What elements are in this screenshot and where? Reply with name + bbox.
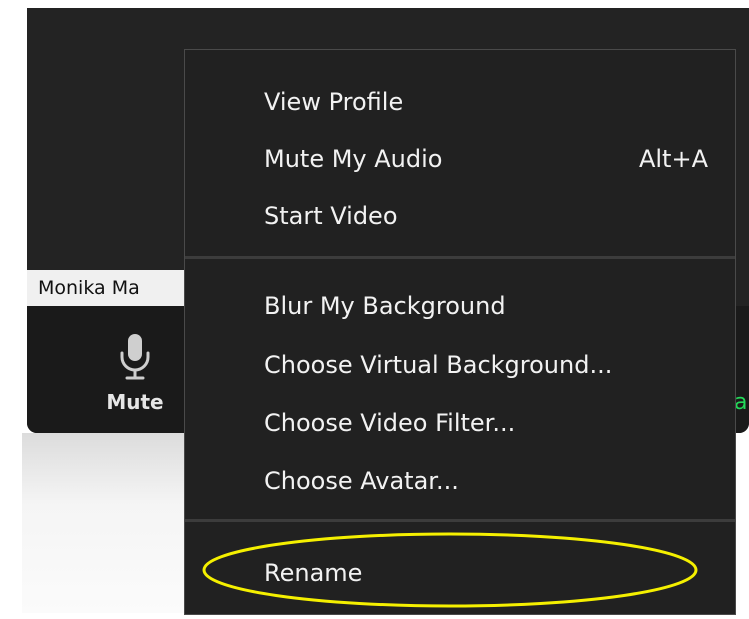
microphone-icon	[120, 334, 150, 380]
menu-item-label: Start Video	[264, 202, 398, 230]
menu-item-label: View Profile	[264, 88, 404, 116]
mute-button[interactable]: Mute	[60, 320, 190, 430]
menu-item-choose-avatar[interactable]: Choose Avatar...	[185, 453, 735, 509]
menu-item-label: Blur My Background	[264, 292, 506, 320]
menu-item-view-profile[interactable]: View Profile	[185, 74, 735, 130]
menu-separator	[185, 256, 735, 259]
participant-context-menu: View Profile Mute My Audio Alt+A Start V…	[184, 49, 736, 615]
menu-item-mute-my-audio[interactable]: Mute My Audio Alt+A	[185, 131, 735, 187]
menu-item-shortcut: Alt+A	[638, 145, 708, 173]
menu-item-label: Rename	[264, 559, 363, 587]
menu-separator	[185, 519, 735, 522]
menu-item-label: Choose Virtual Background...	[264, 351, 613, 379]
menu-item-choose-virtual-background[interactable]: Choose Virtual Background...	[185, 337, 735, 393]
menu-item-blur-my-background[interactable]: Blur My Background	[185, 278, 735, 334]
menu-item-label: Mute My Audio	[264, 145, 443, 173]
participant-name-label: Monika Ma	[27, 270, 202, 306]
panel-shadow	[22, 433, 185, 613]
menu-item-label: Choose Avatar...	[264, 467, 459, 495]
menu-item-start-video[interactable]: Start Video	[185, 188, 735, 244]
menu-item-label: Choose Video Filter...	[264, 409, 516, 437]
toolbar-right-edge-text: a	[734, 390, 748, 415]
menu-item-rename[interactable]: Rename	[185, 545, 735, 601]
menu-item-choose-video-filter[interactable]: Choose Video Filter...	[185, 395, 735, 451]
